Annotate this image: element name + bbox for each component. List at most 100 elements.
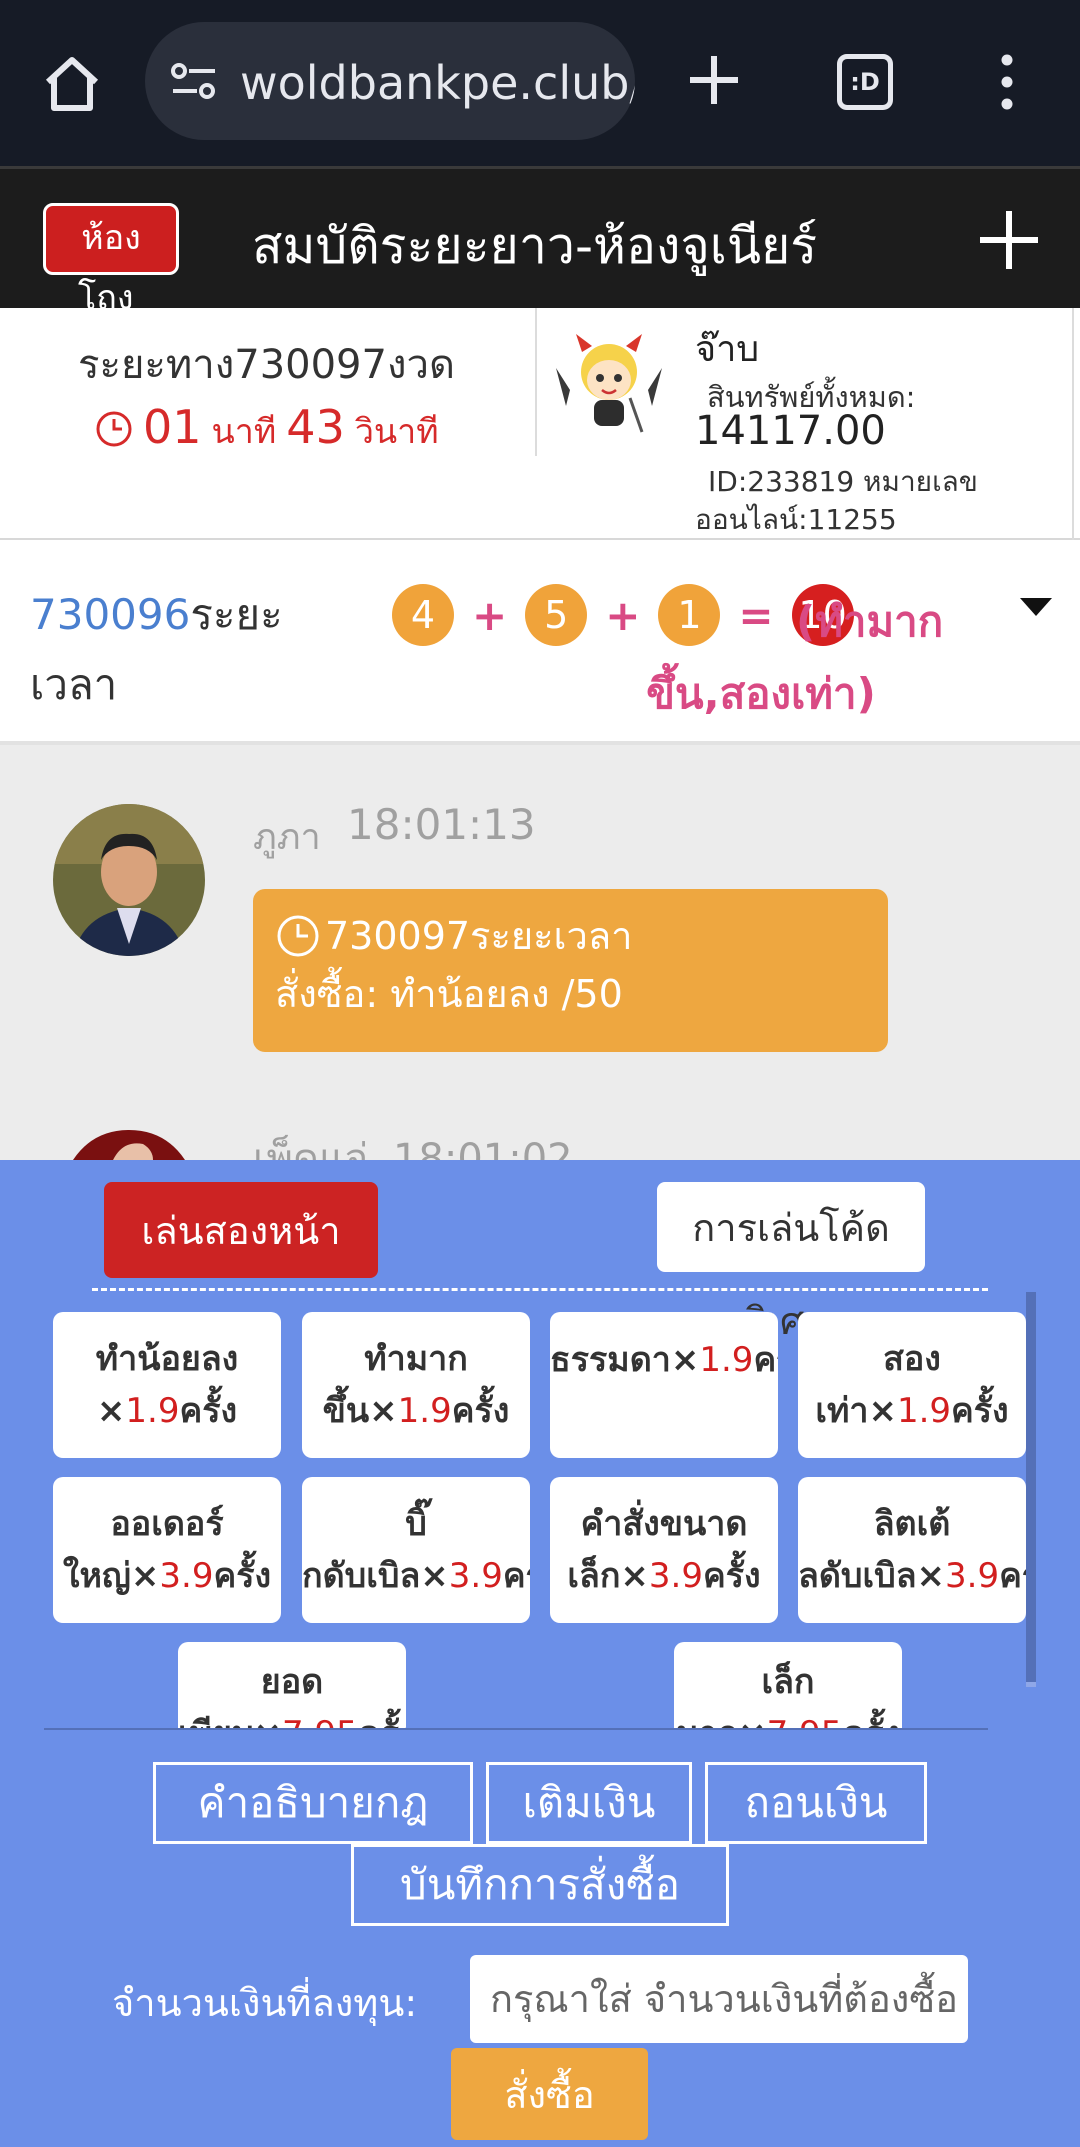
bet-multiplier: 1.9	[125, 1391, 180, 1431]
round-info-panel: ระยะทาง730097งวด 01 นาที 43 วินาที จ๊าบ …	[0, 308, 1080, 540]
new-tab-icon[interactable]	[686, 52, 742, 108]
result-description: (ทำมาก ขึ้น,สองเท่า)	[536, 586, 986, 730]
tab-two-sided[interactable]: เล่นสองหน้า	[104, 1182, 378, 1278]
result-text-line2: ขึ้น,สองเท่า)	[646, 669, 876, 718]
tab-special-code[interactable]: การเล่นโค้ด	[657, 1182, 925, 1272]
bet-multiplier-unit: ครั้ง	[179, 1391, 238, 1431]
bet-options-scroll-area[interactable]: เล่นสองหน้า การเล่นโค้ด พิเศษ ทำน้อยลง ×…	[0, 1160, 1080, 1730]
chat-sender-name: ภูภา	[253, 817, 321, 858]
address-bar[interactable]: woldbankpe.club/	[145, 22, 635, 140]
bet-option-name: ออเดอร์	[110, 1504, 224, 1544]
bet-option-name: คำสั่งขนาด	[580, 1504, 748, 1544]
more-menu-icon[interactable]	[995, 54, 1019, 110]
result-text-line1: (ทำมาก	[796, 597, 944, 646]
timer-minutes: 01	[143, 400, 202, 454]
page-title: สมบัติระยะยาว-ห้องจูเนียร์	[252, 217, 818, 275]
user-avatar	[556, 334, 662, 433]
chat-bubble-order: สั่งซื้อ: ทำน้อยลง /50	[275, 972, 623, 1016]
bet-multiplier: 3.9	[945, 1556, 1000, 1596]
bet-multiplier: 1.9	[699, 1340, 754, 1380]
order-history-button[interactable]: บันทึกการสั่งซื้อ	[351, 1844, 729, 1926]
bet-option-name: ขึ้น×	[322, 1391, 398, 1431]
timer-seconds-unit: วินาที	[354, 412, 439, 452]
countdown-timer: 01 นาที 43 วินาที	[95, 400, 439, 458]
chat-sender-name: เพ็ดแจ่ 18:01:02	[253, 1128, 573, 1160]
bet-panel: เล่นสองหน้า การเล่นโค้ด พิเศษ ทำน้อยลง ×…	[0, 1160, 1080, 2147]
bet-option-name: ยอด	[260, 1662, 324, 1702]
expand-history-icon[interactable]	[1018, 594, 1054, 618]
app-header: ห้อง โถง สมบัติระยะยาว-ห้องจูเนียร์	[0, 166, 1080, 311]
bet-option-name: เล็ก×	[567, 1556, 649, 1596]
bet-multiplier-unit: ครั้ง	[951, 1391, 1009, 1431]
chat-message-bubble: 730097ระยะเวลา สั่งซื้อ: ทำน้อยลง /50	[253, 889, 888, 1052]
bet-option-name: กดับเบิล×	[302, 1556, 449, 1596]
rules-button[interactable]: คำอธิบายกฎ	[153, 1762, 473, 1844]
divider	[1072, 308, 1074, 540]
result-ball: 4	[392, 584, 454, 646]
lobby-button-sub[interactable]: โถง	[78, 269, 133, 311]
chat-next-sender: เพ็ดแจ่	[253, 1136, 369, 1160]
chat-next-time: 18:01:02	[392, 1136, 573, 1160]
chat-bubble-draw: 730097ระยะเวลา	[325, 914, 633, 958]
bet-option-small[interactable]: ทำน้อยลง ×1.9ครั้ง	[53, 1312, 281, 1458]
bet-multiplier-unit: ครั้ง	[999, 1556, 1026, 1596]
bet-option-name: เท่า×	[815, 1391, 897, 1431]
bet-multiplier-unit: ครั้ง	[213, 1556, 272, 1596]
previous-result-row[interactable]: 730096ระยะเวลา 4 + 5 + 1 = 10 (ทำมาก ขึ้…	[0, 540, 1080, 745]
bet-multiplier: 3.9	[648, 1556, 703, 1596]
withdraw-button[interactable]: ถอนเงิน	[705, 1762, 927, 1844]
assets-value: 14117.00	[695, 408, 886, 454]
plus-sign: +	[472, 590, 508, 640]
bet-option-min[interactable]: เล็ก มาก×7.95ครั้ง	[674, 1642, 902, 1730]
lobby-button[interactable]: ห้อง	[43, 203, 179, 275]
amount-input[interactable]	[470, 1955, 968, 2043]
bet-multiplier-unit: ครั้ง	[753, 1340, 778, 1380]
current-draw-label: ระยะทาง730097งวด	[78, 342, 455, 388]
bet-option-max[interactable]: ยอด เพียบ×7.95ครั้ง	[178, 1642, 406, 1730]
bet-option-name: ลดับเบิล×	[798, 1556, 946, 1596]
timer-seconds: 43	[286, 400, 345, 454]
bet-option-odd[interactable]: ธรรมดา×1.9ครั้ง	[550, 1312, 778, 1458]
chat-avatar	[73, 1130, 185, 1160]
bet-option-name: ทำน้อยลง	[95, 1339, 239, 1379]
bet-multiplier: 1.9	[397, 1391, 452, 1431]
bet-option-name: ×	[96, 1391, 126, 1431]
divider	[535, 308, 537, 456]
bet-option-name: ลิตเต้	[873, 1504, 951, 1544]
bet-multiplier-unit: ครั้ง	[502, 1556, 530, 1596]
order-button[interactable]: สั่งซื้อ	[451, 2048, 648, 2140]
scrollbar-thumb[interactable]	[1026, 1292, 1036, 1682]
bet-multiplier-unit: ครั้ง	[451, 1391, 510, 1431]
site-settings-icon[interactable]	[169, 60, 219, 102]
divider	[92, 1288, 988, 1291]
bet-option-big-order[interactable]: ออเดอร์ ใหญ่×3.9ครั้ง	[53, 1477, 281, 1623]
bet-option-double[interactable]: สอง เท่า×1.9ครั้ง	[798, 1312, 1026, 1458]
bet-multiplier: 1.9	[896, 1391, 952, 1431]
bet-multiplier: 3.9	[159, 1556, 214, 1596]
chat-time: 18:01:13	[347, 800, 536, 849]
horizontal-scrollbar[interactable]	[44, 1728, 988, 1730]
bet-option-name: ธรรมดา×	[550, 1340, 700, 1380]
amount-label: จำนวนเงินที่ลงทุน:	[112, 1981, 418, 2025]
bet-multiplier: 3.9	[448, 1556, 503, 1596]
deposit-button[interactable]: เติมเงิน	[486, 1762, 692, 1844]
bet-option-small-order[interactable]: คำสั่งขนาด เล็ก×3.9ครั้ง	[550, 1477, 778, 1623]
browser-toolbar: woldbankpe.club/ :D	[0, 0, 1080, 166]
vertical-scrollbar[interactable]	[1026, 1292, 1036, 1687]
add-icon[interactable]	[978, 209, 1040, 271]
bet-option-big[interactable]: ทำมาก ขึ้น×1.9ครั้ง	[302, 1312, 530, 1458]
bet-option-name: ใหญ่×	[62, 1556, 160, 1596]
bet-multiplier-unit: ครั้ง	[703, 1556, 761, 1596]
bet-option-little-double[interactable]: ลิตเต้ ลดับเบิล×3.9ครั้ง	[798, 1477, 1026, 1623]
tab-switcher-button[interactable]: :D	[837, 54, 893, 110]
clock-icon	[96, 411, 132, 447]
clock-icon	[277, 915, 319, 957]
previous-draw-number: 730096	[30, 590, 191, 639]
chat-avatar	[53, 804, 205, 956]
bet-option-big-double[interactable]: บิ๊ กดับเบิล×3.9ครั้ง	[302, 1477, 530, 1623]
bet-option-name: ทำมาก	[364, 1339, 468, 1379]
online-count: ออนไลน์:11255	[695, 503, 897, 536]
bet-option-name: เล็ก	[761, 1662, 815, 1702]
url-text: woldbankpe.club/	[240, 56, 635, 110]
home-icon[interactable]	[40, 52, 104, 116]
